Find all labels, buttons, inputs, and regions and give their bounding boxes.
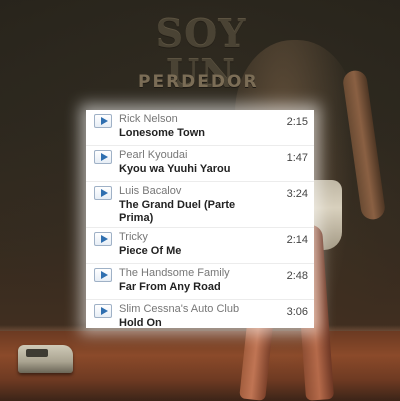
play-button[interactable] bbox=[94, 268, 112, 282]
playlist: Rick Nelson Lonesome Town 2:15 Pearl Kyo… bbox=[86, 110, 314, 328]
track-title: Piece Of Me bbox=[119, 245, 182, 257]
track-title: Kyou wa Yuuhi Yarou bbox=[119, 163, 231, 175]
playlist-track[interactable]: Luis Bacalov The Grand Duel (Parte Prima… bbox=[86, 182, 314, 228]
poster-subtitle: PERDEDOR bbox=[138, 72, 259, 92]
play-button[interactable] bbox=[94, 232, 112, 246]
track-title: Far From Any Road bbox=[119, 281, 221, 293]
playlist-track[interactable]: Rick Nelson Lonesome Town 2:15 bbox=[86, 110, 314, 146]
track-duration: 2:15 bbox=[286, 116, 308, 128]
play-button[interactable] bbox=[94, 304, 112, 318]
play-button[interactable] bbox=[94, 150, 112, 164]
playlist-track[interactable]: Slim Cessna's Auto Club Hold On 3:06 bbox=[86, 300, 314, 328]
track-title: The Grand Duel (Parte Prima) bbox=[119, 199, 236, 224]
track-duration: 1:47 bbox=[286, 152, 308, 164]
track-title: Hold On bbox=[119, 317, 162, 328]
play-icon bbox=[101, 307, 108, 315]
track-artist: Rick Nelson bbox=[119, 113, 178, 125]
play-icon bbox=[101, 271, 108, 279]
track-duration: 3:24 bbox=[286, 188, 308, 200]
track-artist: Slim Cessna's Auto Club bbox=[119, 303, 240, 315]
track-duration: 2:14 bbox=[286, 234, 308, 246]
play-icon bbox=[101, 235, 108, 243]
poster-car bbox=[18, 345, 73, 373]
playlist-track[interactable]: Pearl Kyoudai Kyou wa Yuuhi Yarou 1:47 bbox=[86, 146, 314, 182]
track-artist: The Handsome Family bbox=[119, 267, 230, 279]
track-title: Lonesome Town bbox=[119, 127, 205, 139]
play-button[interactable] bbox=[94, 114, 112, 128]
play-icon bbox=[101, 189, 108, 197]
poster-car-window bbox=[26, 349, 48, 357]
track-artist: Tricky bbox=[119, 231, 148, 243]
track-artist: Luis Bacalov bbox=[119, 185, 182, 197]
play-icon bbox=[101, 153, 108, 161]
track-artist: Pearl Kyoudai bbox=[119, 149, 188, 161]
play-button[interactable] bbox=[94, 186, 112, 200]
track-duration: 2:48 bbox=[286, 270, 308, 282]
playlist-track[interactable]: The Handsome Family Far From Any Road 2:… bbox=[86, 264, 314, 300]
play-icon bbox=[101, 117, 108, 125]
track-duration: 3:06 bbox=[286, 306, 308, 318]
playlist-track[interactable]: Tricky Piece Of Me 2:14 bbox=[86, 228, 314, 264]
